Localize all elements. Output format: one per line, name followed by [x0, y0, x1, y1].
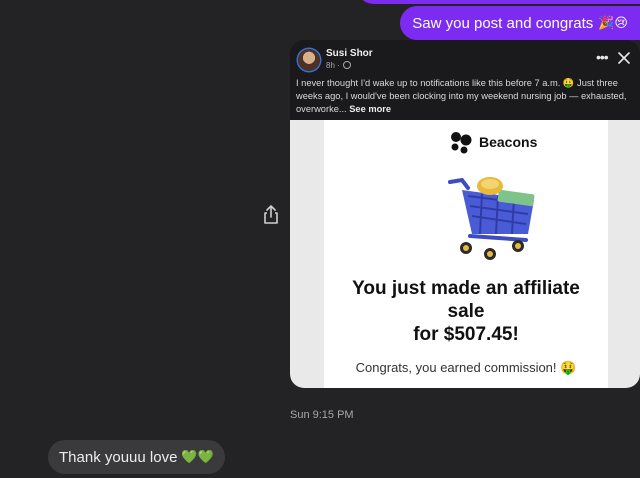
sent-message-emoji: 🎉😢	[598, 15, 628, 30]
received-message-text: Thank youuu love	[59, 448, 178, 466]
more-options-icon[interactable]: •••	[596, 50, 609, 64]
post-body: I never thought I'd wake up to notificat…	[296, 77, 634, 116]
message-timestamp: Sun 9:15 PM	[290, 409, 354, 421]
avatar[interactable]	[298, 49, 320, 71]
brand: Beacons	[449, 130, 537, 154]
sale-headline-line3: for $507.45!	[413, 324, 519, 345]
received-message-bubble[interactable]: Thank youuu love 💚💚	[48, 440, 225, 474]
previous-message-bubble	[356, 0, 640, 4]
received-message-emoji: 💚💚	[181, 449, 214, 464]
sale-headline: You just made an affiliate sale for $507…	[324, 277, 608, 346]
beacons-logo	[451, 132, 472, 154]
shared-post-card[interactable]: Susi Shor 8h · ••• I never thought I'd w…	[290, 40, 640, 388]
sent-message-text: Saw you post and congrats	[412, 14, 594, 32]
commission-subtext: Congrats, you earned commission! 🤑	[355, 360, 577, 375]
sent-message-bubble[interactable]: Saw you post and congrats 🎉😢	[400, 6, 640, 40]
globe-icon	[342, 61, 351, 69]
post-time: 8h ·	[326, 61, 351, 70]
close-icon[interactable]	[618, 52, 630, 64]
post-author[interactable]: Susi Shor	[326, 48, 373, 59]
share-icon[interactable]	[262, 205, 280, 225]
sale-headline-line1: You just made an affiliate	[352, 278, 580, 299]
post-time-text: 8h ·	[326, 61, 340, 70]
shopping-cart-illustration	[448, 177, 535, 260]
sale-headline-line2: sale	[447, 301, 485, 322]
affiliate-sale-graphic: Beacons You just made an affiliate sale …	[324, 120, 608, 388]
see-more-link[interactable]: See more	[349, 104, 391, 114]
post-header: Susi Shor 8h · ••• I never thought I'd w…	[290, 40, 640, 120]
post-body-text: I never thought I'd wake up to notificat…	[296, 78, 627, 114]
post-image[interactable]: Beacons You just made an affiliate sale …	[290, 120, 640, 388]
brand-name: Beacons	[479, 134, 538, 150]
